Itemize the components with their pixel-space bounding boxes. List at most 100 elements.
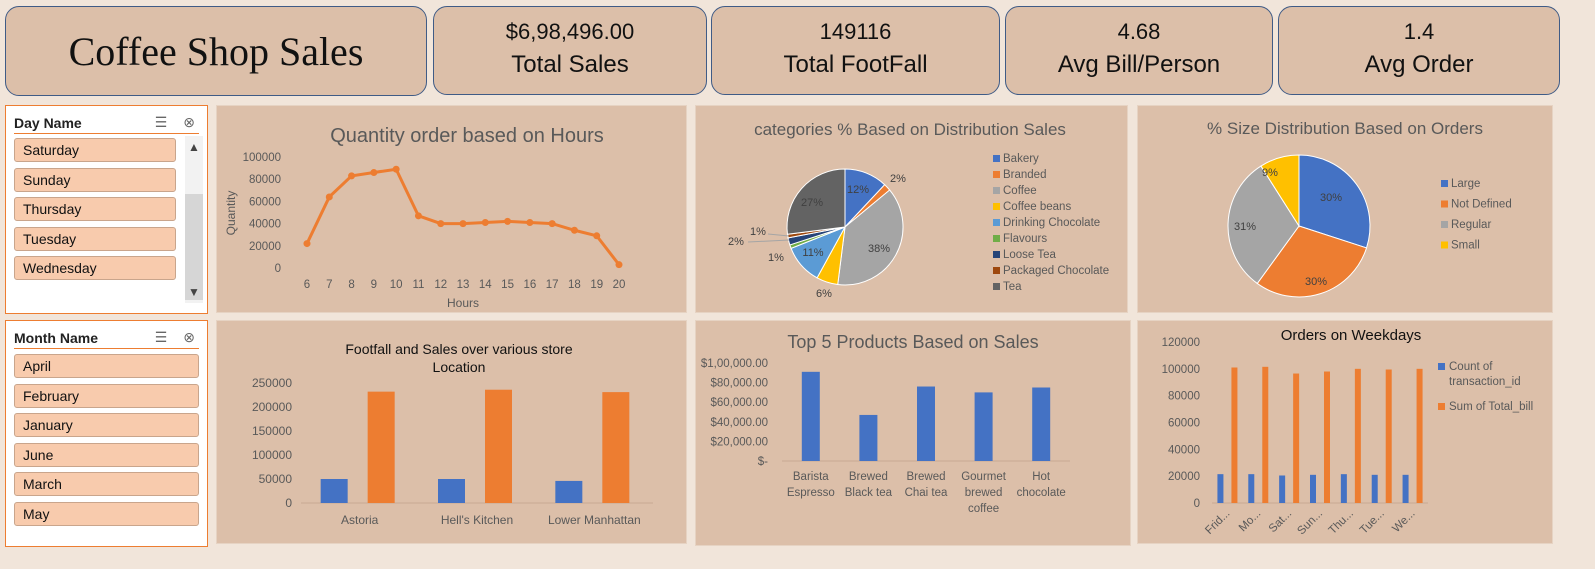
- chart-title: Top 5 Products Based on Sales: [787, 332, 1038, 352]
- slice-label: 2%: [890, 173, 906, 185]
- x-tick-label: Barista: [793, 471, 829, 483]
- y-tick-label: 0: [275, 263, 281, 275]
- weekdays-chart-panel: Orders on Weekdays 0 20000 40000 60000 80000 1…: [1137, 320, 1553, 544]
- bar: [1416, 368, 1423, 503]
- month-slicer: Month Name ☰ ⊗ April February January Jun…: [5, 320, 208, 547]
- data-point: [570, 226, 578, 234]
- legend-swatch: [993, 187, 1000, 194]
- y-axis-label: Quantity: [224, 191, 238, 236]
- slicer-item-january[interactable]: January: [14, 413, 199, 437]
- sizes-pie-chart: % Size Distribution Based on Orders 30% 30…: [1207, 119, 1512, 298]
- clear-filter-icon[interactable]: ⊗: [183, 329, 195, 345]
- x-tick-label: We...: [1390, 508, 1417, 535]
- x-tick-label: Black tea: [845, 487, 893, 499]
- x-tick-label: Lower Manhattan: [548, 513, 641, 527]
- chart-title: % Size Distribution Based on Orders: [1207, 119, 1483, 138]
- slice-label: 1%: [750, 226, 766, 238]
- products-bar-chart: Top 5 Products Based on Sales $- $20,000.0…: [701, 332, 1070, 515]
- slicer-item-wednesday[interactable]: Wednesday: [14, 256, 176, 280]
- x-tick-label: Hot: [1032, 471, 1051, 483]
- x-tick-label: Tue...: [1358, 508, 1387, 537]
- slicer-item-march[interactable]: March: [14, 472, 199, 496]
- x-tick-label: 8: [348, 279, 354, 291]
- stores-chart-panel: Footfall and Sales over various store Loc…: [216, 320, 687, 544]
- stores-bar-chart: Footfall and Sales over various store Loc…: [252, 341, 653, 527]
- x-tick-label: Thu...: [1327, 508, 1356, 537]
- bar: [320, 479, 348, 503]
- slicer-title: Month Name: [14, 330, 98, 346]
- legend-swatch: [993, 235, 1000, 242]
- x-tick-label: 15: [501, 279, 514, 291]
- y-tick-label: 100000: [1162, 364, 1200, 376]
- slice-label: 2%: [728, 236, 744, 248]
- x-tick-label: 6: [304, 279, 310, 291]
- x-tick-label: Gourmet: [961, 471, 1007, 483]
- categories-pie-chart: categories % Based on Distribution Sales…: [728, 120, 1109, 300]
- bar: [1248, 474, 1255, 503]
- bar: [367, 391, 395, 503]
- leader-line: [767, 233, 790, 237]
- bar: [485, 389, 512, 503]
- legend-label: Count of: [1449, 361, 1493, 373]
- scroll-down-icon[interactable]: ▼: [185, 283, 203, 301]
- slice-label: 11%: [802, 247, 823, 259]
- legend-swatch: [993, 171, 1000, 178]
- chart-title: Footfall and Sales over various store: [345, 341, 572, 357]
- clear-filter-icon[interactable]: ⊗: [183, 114, 195, 130]
- series-line: [305, 167, 621, 266]
- data-point: [303, 240, 311, 248]
- legend-label: Bakery: [1003, 153, 1039, 165]
- legend-label: Regular: [1451, 219, 1491, 231]
- slice-label: 31%: [1234, 221, 1256, 233]
- slicer-scrollbar[interactable]: ▲ ▼: [185, 136, 203, 303]
- slicer-item-tuesday[interactable]: Tuesday: [14, 227, 176, 251]
- x-tick-label: Astoria: [341, 513, 379, 527]
- slicer-header: Month Name ☰ ⊗: [14, 327, 199, 349]
- x-tick-label: 20: [613, 279, 626, 291]
- slicer-item-april[interactable]: April: [14, 354, 199, 378]
- kpi-avg-bill: 4.68 Avg Bill/Person: [1005, 6, 1273, 95]
- slice-label: 27%: [801, 197, 823, 209]
- y-tick-label: $1,00,000.00: [701, 358, 768, 370]
- legend-label: Branded: [1003, 169, 1046, 181]
- legend-label: Not Defined: [1451, 199, 1512, 211]
- scroll-up-icon[interactable]: ▲: [185, 138, 203, 156]
- y-tick-label: 20000: [1168, 471, 1200, 483]
- data-point: [459, 220, 467, 228]
- multi-select-icon[interactable]: ☰: [155, 114, 168, 130]
- dashboard-title-card: Coffee Shop Sales: [5, 6, 427, 96]
- data-point: [370, 169, 378, 177]
- bar: [917, 386, 935, 461]
- legend-swatch: [993, 251, 1000, 258]
- weekdays-bar-chart: Orders on Weekdays 0 20000 40000 60000 80000 1…: [1162, 327, 1534, 537]
- x-tick-label: Frid...: [1203, 508, 1232, 537]
- slicer-item-may[interactable]: May: [14, 502, 199, 526]
- kpi-avg-order: 1.4 Avg Order: [1278, 6, 1560, 95]
- multi-select-icon[interactable]: ☰: [155, 329, 168, 345]
- bar: [974, 392, 993, 461]
- legend-label: Flavours: [1003, 233, 1047, 245]
- slicer-item-saturday[interactable]: Saturday: [14, 138, 176, 162]
- chart-title: Orders on Weekdays: [1281, 327, 1422, 344]
- chart-title: categories % Based on Distribution Sales: [754, 120, 1066, 139]
- slicer-item-february[interactable]: February: [14, 384, 199, 408]
- chart-title: Quantity order based on Hours: [330, 125, 604, 147]
- data-point: [615, 261, 623, 269]
- x-tick-label: 12: [434, 279, 447, 291]
- slicer-item-thursday[interactable]: Thursday: [14, 197, 176, 221]
- y-tick-label: 20000: [249, 241, 281, 253]
- kpi-value: $6,98,496.00: [505, 19, 635, 44]
- legend-swatch: [993, 267, 1000, 274]
- sizes-chart-panel: % Size Distribution Based on Orders 30% 30…: [1137, 105, 1553, 313]
- slice-label: 30%: [1305, 276, 1327, 288]
- y-tick-label: 0: [1194, 498, 1200, 510]
- hours-line-chart: Quantity order based on Hours 0 20000 40000…: [224, 125, 626, 310]
- slicer-title: Day Name: [14, 115, 82, 131]
- slicer-item-sunday[interactable]: Sunday: [14, 168, 176, 192]
- x-tick-label: 18: [568, 279, 581, 291]
- kpi-label: Avg Order: [1364, 51, 1474, 78]
- x-tick-label: 7: [326, 279, 332, 291]
- bar: [438, 479, 465, 503]
- slicer-item-june[interactable]: June: [14, 443, 199, 467]
- legend-label: Sum of Total_bill: [1449, 401, 1533, 413]
